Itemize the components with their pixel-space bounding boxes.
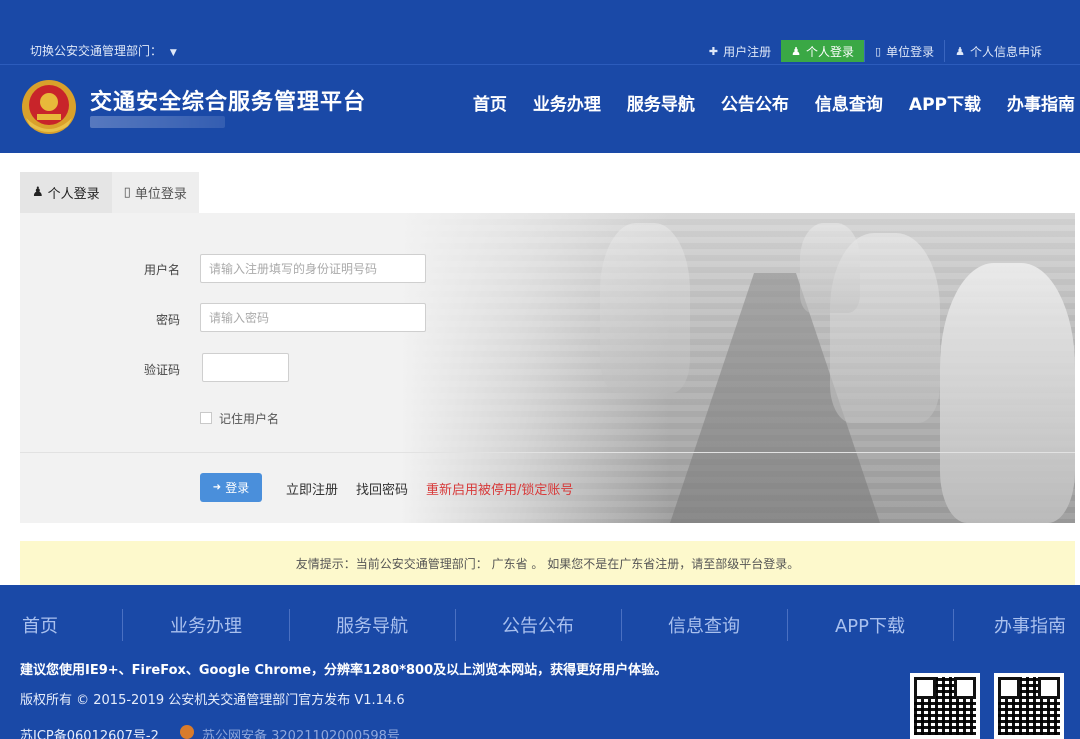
qr-code xyxy=(910,673,980,739)
unit-login-link[interactable]: ▯ 单位登录 xyxy=(864,40,944,62)
register-link[interactable]: ✚ 用户注册 xyxy=(699,40,781,62)
footer: 首页 业务办理 服务导航 公告公布 信息查询 APP下载 办事指南 建议您使用I… xyxy=(0,585,1080,739)
building-icon: ▯ xyxy=(875,44,882,58)
police-badge-icon xyxy=(180,725,194,739)
police-emblem-logo xyxy=(22,80,76,134)
remember-username-label: 记住用户名 xyxy=(219,412,280,426)
register-link-label: 用户注册 xyxy=(723,44,772,59)
sign-in-icon: ➜ xyxy=(212,482,222,493)
tab-unit-login[interactable]: ▯ 单位登录 xyxy=(111,172,199,213)
region-switcher-label: 切换公安交通管理部门： xyxy=(30,44,163,58)
header: 切换公安交通管理部门： ▼ ✚ 用户注册 ♟ 个人登录 ▯ 单位登录 ♟ 个人信… xyxy=(0,0,1080,153)
car-shape xyxy=(940,263,1075,523)
login-tabs: ♟ 个人登录 ▯ 单位登录 xyxy=(20,172,199,213)
icp-record[interactable]: 苏ICP备06012607号-2 xyxy=(20,725,159,739)
footer-nav-guide[interactable]: 办事指南 xyxy=(980,609,1080,641)
footer-nav-info-query[interactable]: 信息查询 xyxy=(628,609,780,641)
car-shape xyxy=(800,223,860,313)
login-button-label: 登录 xyxy=(225,481,250,495)
tab-personal-login-label: 个人登录 xyxy=(47,187,100,202)
username-label: 用户名 xyxy=(143,263,180,277)
car-shape xyxy=(600,223,690,393)
user-icon: ♟ xyxy=(791,44,802,58)
password-label: 密码 xyxy=(155,313,180,327)
login-panel: 用户名 密码 验证码 记住用户名 ➜ 登录 立即注册 找回密码 重新启用被停用/… xyxy=(20,213,1075,523)
nav-announcements[interactable]: 公告公布 xyxy=(721,90,789,115)
form-divider xyxy=(20,452,1075,453)
username-input[interactable] xyxy=(200,254,426,283)
header-divider xyxy=(0,64,1080,65)
region-switcher[interactable]: 切换公安交通管理部门： ▼ xyxy=(30,42,177,59)
site-title: 交通安全综合服务管理平台 xyxy=(90,90,367,115)
forgot-password-link[interactable]: 找回密码 xyxy=(356,479,408,498)
top-links: ✚ 用户注册 ♟ 个人登录 ▯ 单位登录 ♟ 个人信息申诉 xyxy=(699,40,1052,62)
appeal-link-label: 个人信息申诉 xyxy=(969,44,1042,59)
personal-login-link[interactable]: ♟ 个人登录 xyxy=(781,40,865,62)
footer-nav-home[interactable]: 首页 xyxy=(0,609,80,641)
remember-username-checkbox[interactable] xyxy=(200,412,212,424)
password-input[interactable] xyxy=(200,303,426,332)
plus-icon: ✚ xyxy=(708,44,719,58)
copyright-text: 版权所有 © 2015-2019 公安机关交通管理部门官方发布 V1.14.6 xyxy=(20,693,405,708)
traffic-background-image xyxy=(400,213,1075,523)
footer-nav: 首页 业务办理 服务导航 公告公布 信息查询 APP下载 办事指南 xyxy=(0,609,1080,641)
footer-nav-app-download[interactable]: APP下载 xyxy=(794,609,946,641)
nav-app-download[interactable]: APP下载 xyxy=(909,90,981,115)
nav-business[interactable]: 业务办理 xyxy=(533,90,601,115)
appeal-link[interactable]: ♟ 个人信息申诉 xyxy=(944,40,1052,62)
user-icon: ♟ xyxy=(32,185,44,200)
footer-nav-separator xyxy=(122,609,123,641)
main-nav: 首页 业务办理 服务导航 公告公布 信息查询 APP下载 办事指南 xyxy=(447,90,1075,115)
captcha-label: 验证码 xyxy=(143,363,180,377)
footer-nav-separator xyxy=(289,609,290,641)
nav-guide[interactable]: 办事指南 xyxy=(1007,90,1075,115)
qr-code-pattern xyxy=(914,677,976,735)
footer-nav-separator xyxy=(787,609,788,641)
footer-nav-announcements[interactable]: 公告公布 xyxy=(462,609,614,641)
login-button[interactable]: ➜ 登录 xyxy=(200,473,262,502)
personal-login-link-label: 个人登录 xyxy=(806,44,855,59)
nav-info-query[interactable]: 信息查询 xyxy=(815,90,883,115)
browser-note: 建议您使用IE9+、FireFox、Google Chrome，分辨率1280*… xyxy=(20,663,668,678)
unit-login-link-label: 单位登录 xyxy=(886,44,935,59)
tab-personal-login[interactable]: ♟ 个人登录 xyxy=(20,172,112,213)
footer-nav-separator xyxy=(455,609,456,641)
footer-nav-service-guide[interactable]: 服务导航 xyxy=(296,609,448,641)
nav-home[interactable]: 首页 xyxy=(473,90,507,115)
reactivate-account-link[interactable]: 重新启用被停用/锁定账号 xyxy=(426,479,573,498)
top-bar: 切换公安交通管理部门： ▼ ✚ 用户注册 ♟ 个人登录 ▯ 单位登录 ♟ 个人信… xyxy=(0,36,1080,64)
tab-unit-login-label: 单位登录 xyxy=(134,187,187,202)
building-icon: ▯ xyxy=(123,185,131,200)
footer-nav-separator xyxy=(953,609,954,641)
footer-nav-business[interactable]: 业务办理 xyxy=(130,609,282,641)
footer-nav-separator xyxy=(621,609,622,641)
friendly-tip-text: 友情提示：当前公安交通管理部门： 广东省 。 如果您不是在广东省注册，请至部级平… xyxy=(295,556,800,571)
qr-code-pattern xyxy=(998,677,1060,735)
chevron-down-icon: ▼ xyxy=(169,48,177,58)
friendly-tip: 友情提示：当前公安交通管理部门： 广东省 。 如果您不是在广东省注册，请至部级平… xyxy=(20,541,1075,585)
nav-service-guide[interactable]: 服务导航 xyxy=(627,90,695,115)
captcha-input[interactable] xyxy=(202,353,289,382)
register-now-link[interactable]: 立即注册 xyxy=(286,479,338,498)
police-record[interactable]: 苏公网安备 32021102000598号 xyxy=(202,725,400,739)
user-icon: ♟ xyxy=(955,44,965,58)
site-subtitle-blurred xyxy=(90,116,225,128)
qr-code xyxy=(994,673,1064,739)
